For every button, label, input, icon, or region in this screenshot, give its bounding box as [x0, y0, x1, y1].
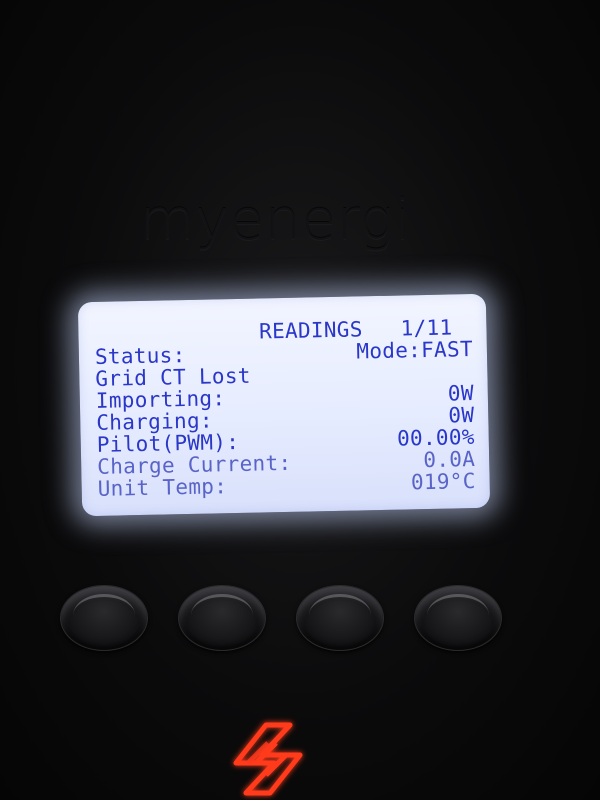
charger-front-panel: myenergi READINGS 1/11 Status: Mode:FAST…	[0, 0, 600, 800]
control-button-3[interactable]	[296, 585, 384, 651]
reading-value: 0.0A	[423, 447, 476, 473]
reading-label: Grid CT Lost	[95, 363, 251, 391]
reading-value: 019°C	[410, 469, 476, 495]
reading-value: 0W	[448, 403, 475, 428]
reading-value: Mode:FAST	[356, 337, 474, 364]
control-button-4[interactable]	[414, 585, 502, 651]
screen-page-indicator: 1/11	[400, 315, 453, 341]
screen-title: READINGS	[258, 317, 363, 344]
control-buttons	[60, 585, 502, 665]
reading-value: 00.00%	[396, 425, 475, 451]
control-button-2[interactable]	[178, 585, 266, 651]
reading-label: Unit Temp:	[97, 474, 228, 501]
brand-logo-text: myenergi	[140, 188, 412, 253]
reading-value: 0W	[447, 381, 475, 406]
lcd-screen: READINGS 1/11 Status: Mode:FAST Grid CT …	[77, 293, 491, 517]
control-button-1[interactable]	[60, 585, 148, 651]
lcd-content: READINGS 1/11 Status: Mode:FAST Grid CT …	[94, 315, 476, 501]
zappi-logo-icon	[233, 722, 303, 796]
